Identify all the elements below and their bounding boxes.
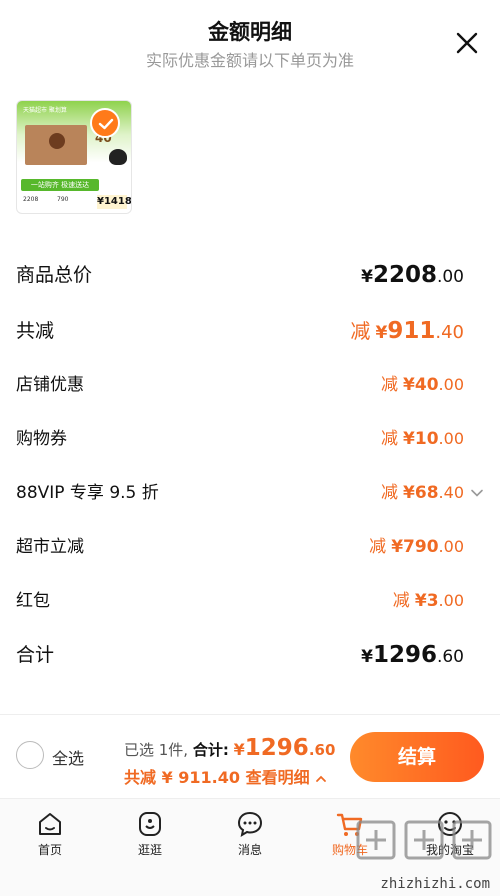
row-amount: ¥2208.00 <box>361 262 464 288</box>
savings-amount: 共减 ¥ 911.40 <box>124 768 241 787</box>
row-amount: 减 ¥10.00 <box>380 429 464 449</box>
row-red-packet: 红包 减 ¥3.00 <box>16 586 484 616</box>
chevron-down-icon[interactable] <box>470 486 484 500</box>
detail-header: 金额明细 实际优惠金额请以下单页为准 <box>0 0 500 80</box>
tmall-cat-icon <box>109 149 127 165</box>
view-detail-link[interactable]: 查看明细 <box>246 768 310 787</box>
watermark-text: zhizhizhi.com <box>380 876 490 892</box>
checkout-bar: 全选 已选 1件, 合计: ¥1296.60 共减 ¥ 911.40 查看明细 … <box>0 714 500 798</box>
message-icon <box>237 811 263 838</box>
row-amount: 减 ¥68.40 <box>380 483 464 503</box>
tab-label: 首页 <box>37 843 62 857</box>
site-watermark: zhizhizhi.com <box>350 812 500 896</box>
thumb-store-label: 天猫超市 聚划算 <box>23 107 67 114</box>
row-label: 商品总价 <box>16 264 93 286</box>
checkout-button[interactable]: 结算 <box>350 732 484 782</box>
savings-line[interactable]: 共减 ¥ 911.40 查看明细 <box>124 764 327 788</box>
product-box-image <box>25 125 87 165</box>
selected-count: 已选 1件, <box>124 741 189 759</box>
row-label: 88VIP 专享 9.5 折 <box>16 483 159 503</box>
tab-home[interactable]: 首页 <box>0 805 100 865</box>
row-amount: ¥1296.60 <box>361 642 464 668</box>
thumb-price-tag: ¥1418 <box>97 195 132 209</box>
row-label: 共减 <box>16 320 55 342</box>
page-title: 金额明细 <box>208 20 292 44</box>
row-label: 红包 <box>16 591 50 611</box>
row-coupon: 购物券 减 ¥10.00 <box>16 424 484 454</box>
row-label: 购物券 <box>16 429 67 449</box>
total-label: 合计: <box>192 741 229 759</box>
row-label: 合计 <box>16 644 55 666</box>
row-label: 店铺优惠 <box>16 375 84 395</box>
selected-summary: 已选 1件, 合计: ¥1296.60 <box>124 735 335 761</box>
total-amount: ¥1296.60 <box>233 735 336 761</box>
select-all-radio[interactable] <box>16 741 44 769</box>
row-88vip[interactable]: 88VIP 专享 9.5 折 减 ¥68.40 <box>16 478 484 508</box>
tab-label: 消息 <box>237 843 262 857</box>
row-supermarket-discount: 超市立减 减 ¥790.00 <box>16 532 484 562</box>
home-icon <box>39 813 61 835</box>
row-amount: 减 ¥3.00 <box>392 591 464 611</box>
thumb-price-1: 2208 <box>23 196 39 203</box>
tab-browse[interactable]: 逛逛 <box>100 805 200 865</box>
row-store-discount: 店铺优惠 减 ¥40.00 <box>16 370 484 400</box>
close-icon[interactable] <box>454 30 480 56</box>
row-amount: 减 ¥911.40 <box>350 318 464 344</box>
row-total-discount: 共减 减 ¥911.40 <box>16 316 484 346</box>
row-grand-total: 合计 ¥1296.60 <box>16 640 484 670</box>
row-amount: 减 ¥790.00 <box>369 537 464 557</box>
tab-label: 逛逛 <box>137 843 162 857</box>
row-total-price: 商品总价 ¥2208.00 <box>16 260 484 290</box>
browse-icon <box>139 812 161 836</box>
row-amount: 减 ¥40.00 <box>380 375 464 395</box>
chevron-up-icon[interactable] <box>315 773 327 785</box>
select-all-label[interactable]: 全选 <box>52 745 84 769</box>
thumb-price-2: 790 <box>57 196 69 203</box>
page-subtitle: 实际优惠金额请以下单页为准 <box>145 51 354 70</box>
selected-check-icon[interactable] <box>90 108 120 138</box>
tab-messages[interactable]: 消息 <box>200 805 300 865</box>
thumb-strip: 一站购齐 极速送达 <box>21 179 99 191</box>
watermark-logo-icon <box>356 820 492 860</box>
row-label: 超市立减 <box>16 537 84 557</box>
